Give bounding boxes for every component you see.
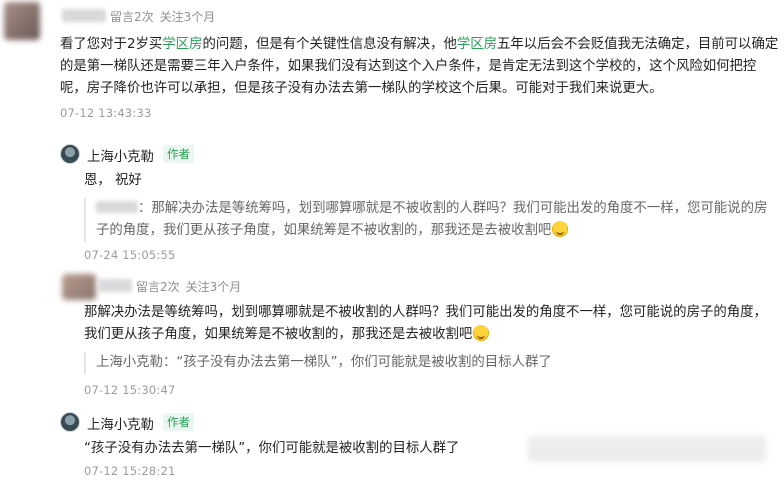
- quoted-author: 上海小克勒：: [96, 355, 177, 370]
- redacted-area: [528, 436, 766, 462]
- reply-text: 恩， 祝好: [84, 173, 142, 188]
- grin-sweat-emoji-icon: [552, 221, 569, 237]
- author-badge: 作者: [163, 145, 194, 163]
- author-name[interactable]: 上海小克勒: [87, 145, 154, 165]
- author-name[interactable]: 上海小克勒: [87, 413, 154, 433]
- keyword-link[interactable]: 学区房: [162, 37, 202, 52]
- commenter-name-redacted: [62, 9, 106, 22]
- comment-timestamp: 07-12 13:43:33: [60, 106, 152, 120]
- reply-timestamp: 07-24 15:05:55: [84, 248, 176, 262]
- commenter-meta: 留言2次 关注3个月: [110, 8, 221, 25]
- author-avatar-icon[interactable]: [60, 412, 80, 432]
- author-avatar-icon[interactable]: [60, 144, 80, 164]
- reply-timestamp: 07-12 15:28:21: [84, 464, 176, 478]
- commenter-name-redacted: [98, 279, 132, 292]
- follow-duration: 关注3个月: [185, 280, 242, 294]
- author-badge: 作者: [163, 413, 194, 431]
- commenter-avatar[interactable]: [62, 274, 96, 300]
- comment-text: 看了您对于2岁买学区房的问题，但是有个关键性信息没有解决，他学区房五年以后会不会…: [60, 37, 779, 96]
- commenter-meta: 留言2次 关注3个月: [136, 278, 247, 295]
- grin-sweat-emoji-icon: [473, 325, 490, 341]
- keyword-link[interactable]: 学区房: [457, 37, 497, 52]
- comment-timestamp: 07-12 15:30:47: [84, 383, 176, 397]
- commenter-avatar[interactable]: [4, 2, 40, 40]
- quoted-comment: ：那解决办法是等统筹吗，划到哪算哪就是不被收割的人群吗？我们可能出发的角度不一样…: [84, 198, 780, 242]
- reply-text: “孩子没有办法去第一梯队”，你们可能就是被收割的目标人群了: [84, 441, 460, 456]
- follow-duration: 关注3个月: [159, 10, 216, 24]
- comment-text: 那解决办法是等统筹吗，划到哪算哪就是不被收割的人群吗？我们可能出发的角度不一样，…: [84, 305, 767, 342]
- reply-count: 留言2次: [136, 280, 180, 294]
- quoted-reply: 上海小克勒：“孩子没有办法去第一梯队”，你们可能就是被收割的目标人群了: [84, 352, 780, 374]
- quoted-name-redacted: [96, 201, 138, 213]
- reply-count: 留言2次: [110, 10, 154, 24]
